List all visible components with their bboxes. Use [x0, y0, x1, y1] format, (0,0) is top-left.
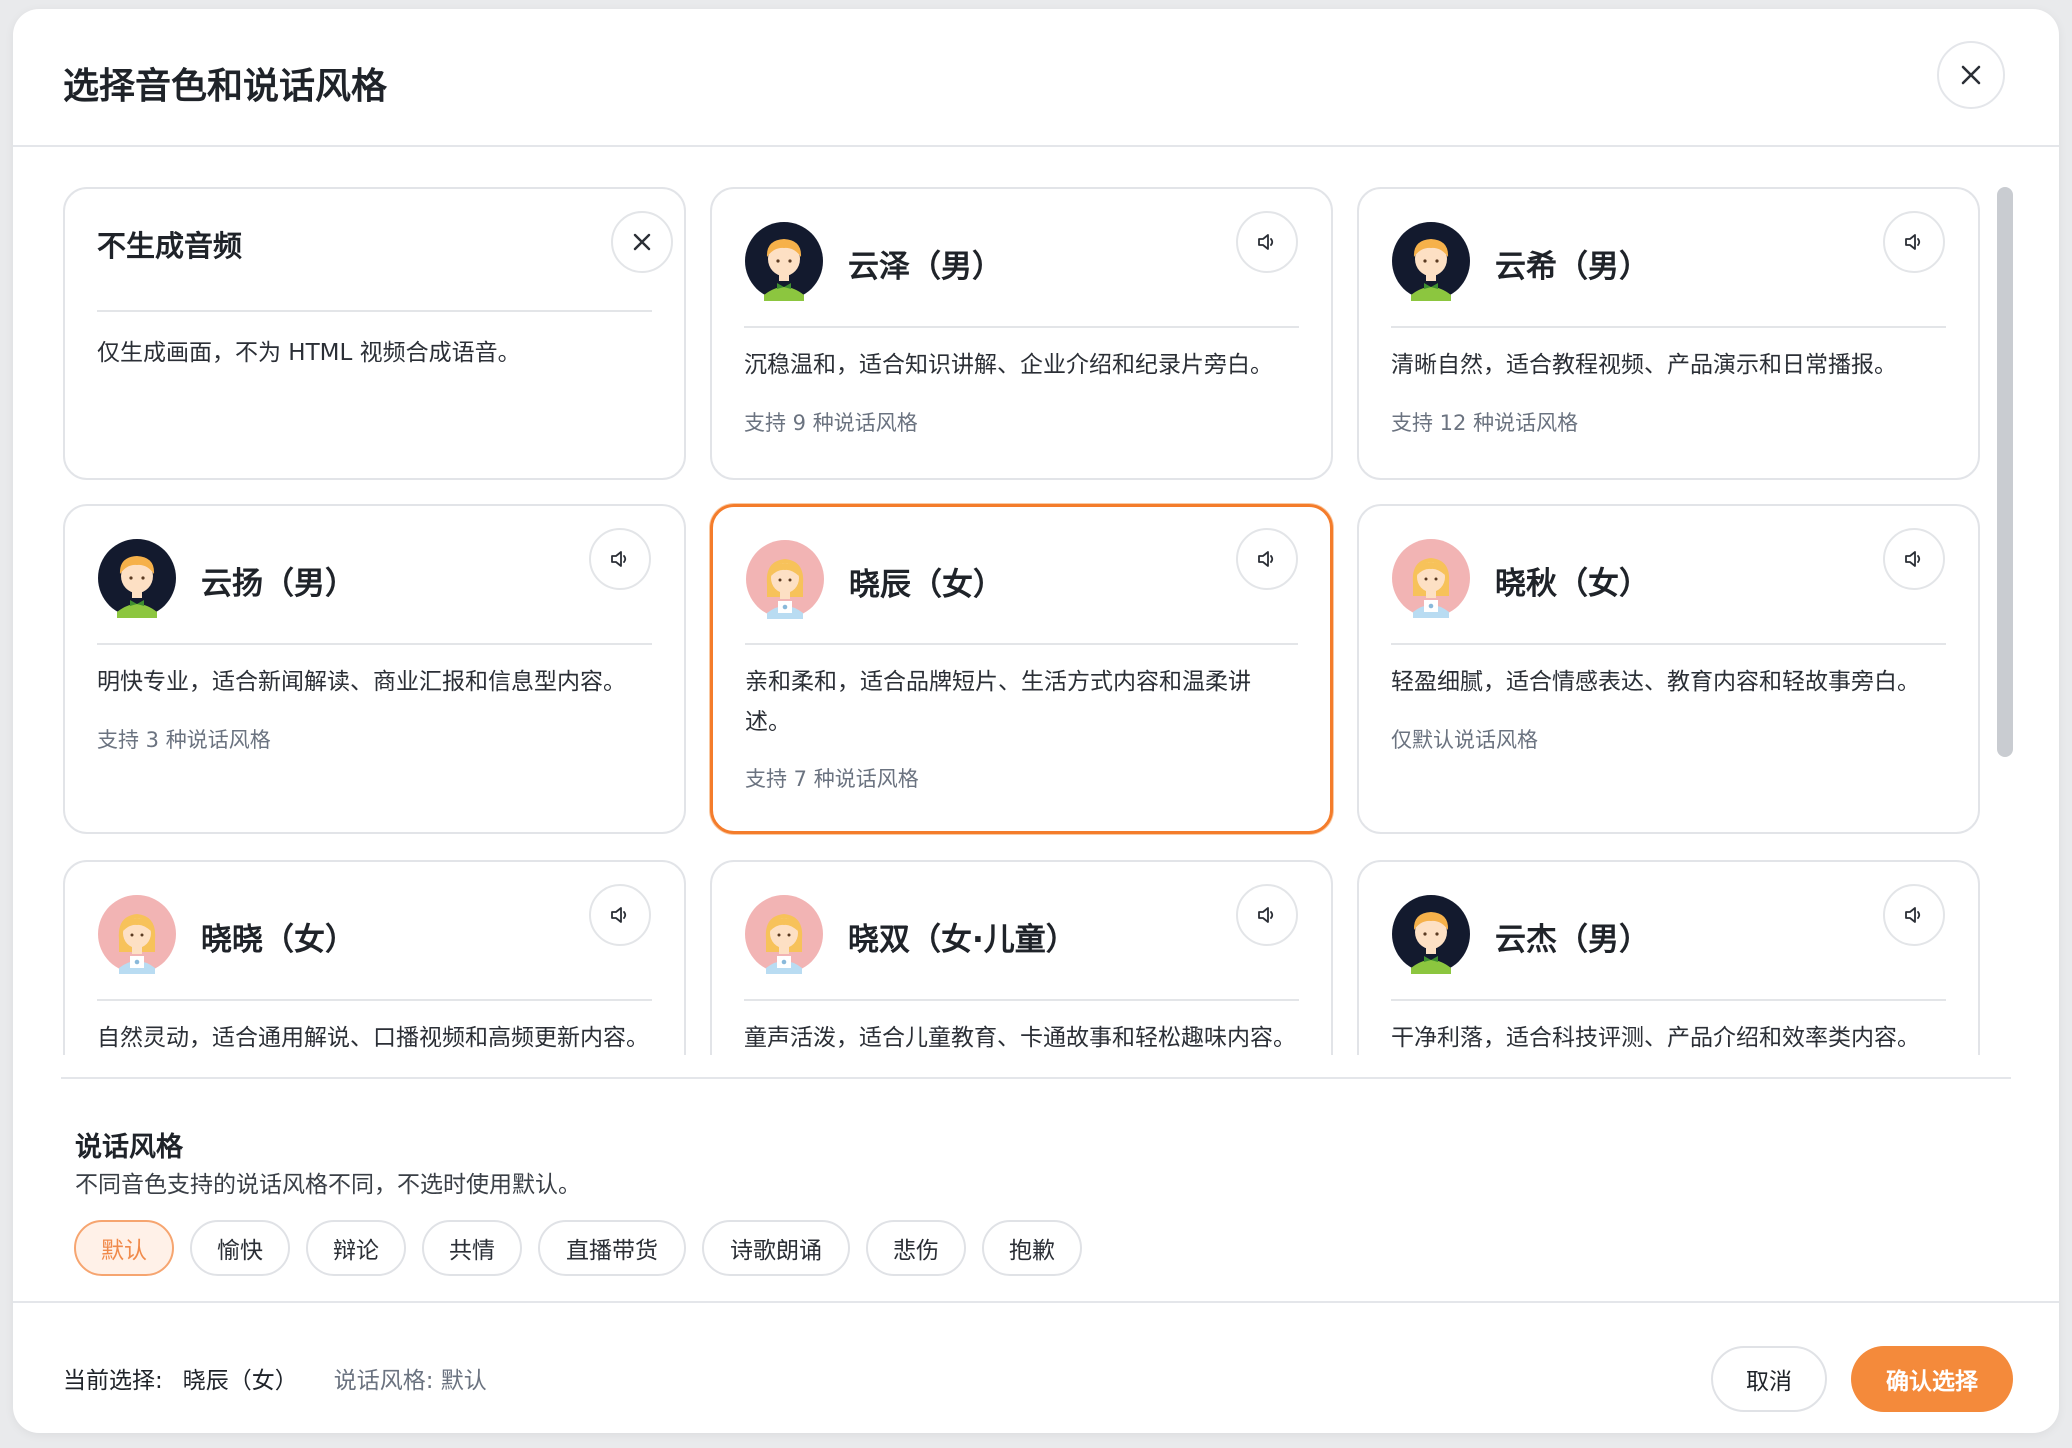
voice-name: 云杰（男）	[1495, 922, 1650, 958]
close-icon	[633, 233, 651, 251]
style-chip[interactable]: 诗歌朗诵	[702, 1220, 850, 1276]
voice-name: 晓秋（女）	[1495, 566, 1650, 602]
current-selection-label: 当前选择:	[63, 1368, 163, 1394]
card-divider	[1391, 643, 1946, 645]
card-divider	[1391, 326, 1946, 328]
speaker-icon	[611, 551, 627, 567]
voice-name: 晓双（女·儿童）	[848, 922, 1077, 958]
voice-name: 晓辰（女）	[849, 567, 1004, 603]
voice-name: 云希（男）	[1495, 249, 1650, 285]
voice-card-xiaochen[interactable]: 晓辰（女） 亲和柔和，适合品牌短片、生活方式内容和温柔讲述。 支持 7 种说话风…	[710, 504, 1333, 834]
voice-grid: 不生成音频 仅生成画面，不为 HTML 视频合成语音。 云泽（男） 沉稳温和，适…	[13, 147, 2059, 1055]
section-title: 说话风格	[75, 1132, 183, 1163]
voice-description: 明快专业，适合新闻解读、商业汇报和信息型内容。	[97, 669, 626, 695]
avatar	[745, 895, 823, 974]
speaker-icon	[1905, 907, 1921, 923]
card-divider	[97, 999, 652, 1001]
voice-description: 亲和柔和，适合品牌短片、生活方式内容和温柔讲述。	[745, 669, 1251, 735]
voice-description: 清晰自然，适合教程视频、产品演示和日常播报。	[1391, 352, 1897, 378]
card-divider	[1391, 999, 1946, 1001]
speaker-icon	[1905, 234, 1921, 250]
confirm-button[interactable]: 确认选择	[1851, 1346, 2013, 1412]
card-title: 不生成音频	[97, 229, 243, 263]
current-selection: 当前选择: 晓辰（女） 说话风格: 默认	[63, 1361, 487, 1395]
voice-name: 云泽（男）	[848, 249, 1003, 285]
speaker-icon	[611, 907, 627, 923]
voice-description: 自然灵动，适合通用解说、口播视频和高频更新内容。	[97, 1025, 649, 1051]
style-chip[interactable]: 愉快	[190, 1220, 290, 1276]
avatar	[746, 540, 824, 619]
play-sample-button[interactable]	[1236, 211, 1298, 273]
no-audio-icon-button[interactable]	[611, 211, 673, 273]
close-icon	[1961, 65, 1981, 85]
avatar	[1392, 895, 1470, 974]
play-sample-button[interactable]	[1883, 884, 1945, 946]
style-chip[interactable]: 直播带货	[538, 1220, 686, 1276]
voice-description: 沉稳温和，适合知识讲解、企业介绍和纪录片旁白。	[744, 352, 1273, 378]
voice-card-xiaoqiu[interactable]: 晓秋（女） 轻盈细腻，适合情感表达、教育内容和轻故事旁白。 仅默认说话风格	[1357, 504, 1980, 834]
voice-description: 干净利落，适合科技评测、产品介绍和效率类内容。	[1391, 1025, 1920, 1051]
voice-description: 童声活泼，适合儿童教育、卡通故事和轻松趣味内容。	[744, 1025, 1296, 1051]
avatar	[1392, 222, 1470, 301]
dialog-header: 选择音色和说话风格	[13, 9, 2059, 147]
cancel-button[interactable]: 取消	[1711, 1346, 1827, 1412]
play-sample-button[interactable]	[1883, 211, 1945, 273]
voice-card-xiaoxiao[interactable]: 晓晓（女） 自然灵动，适合通用解说、口播视频和高频更新内容。	[63, 860, 686, 1055]
speaker-icon	[1258, 907, 1274, 923]
scrollbar-thumb[interactable]	[1997, 187, 2013, 757]
card-divider	[744, 326, 1299, 328]
card-description: 仅生成画面，不为 HTML 视频合成语音。	[97, 340, 521, 366]
dialog-title: 选择音色和说话风格	[63, 66, 388, 107]
voice-description: 轻盈细腻，适合情感表达、教育内容和轻故事旁白。	[1391, 669, 1920, 695]
speaker-icon	[1258, 551, 1274, 567]
style-support-count: 支持 9 种说话风格	[744, 411, 918, 435]
current-selection-value: 晓辰（女）	[182, 1368, 298, 1394]
dialog-footer: 当前选择: 晓辰（女） 说话风格: 默认 取消 确认选择	[13, 1301, 2059, 1433]
play-sample-button[interactable]	[1236, 528, 1298, 590]
style-support-count: 支持 3 种说话风格	[97, 728, 271, 752]
speaker-icon	[1258, 234, 1274, 250]
avatar	[98, 895, 176, 974]
style-chip[interactable]: 共情	[422, 1220, 522, 1276]
style-chip[interactable]: 辩论	[306, 1220, 406, 1276]
card-divider	[97, 310, 652, 312]
avatar	[745, 222, 823, 301]
style-support-count: 支持 7 种说话风格	[745, 767, 919, 791]
style-chip[interactable]: 悲伤	[866, 1220, 966, 1276]
avatar	[1392, 539, 1470, 618]
voice-select-dialog: 选择音色和说话风格 不生成音频 仅生成画面，不为 HTML 视频合成语音。 云泽…	[13, 9, 2059, 1433]
voice-card-no-audio[interactable]: 不生成音频 仅生成画面，不为 HTML 视频合成语音。	[63, 187, 686, 480]
play-sample-button[interactable]	[1236, 884, 1298, 946]
play-sample-button[interactable]	[589, 528, 651, 590]
style-chip-default[interactable]: 默认	[74, 1220, 174, 1276]
card-divider	[745, 643, 1298, 645]
voice-card-yunze[interactable]: 云泽（男） 沉稳温和，适合知识讲解、企业介绍和纪录片旁白。 支持 9 种说话风格	[710, 187, 1333, 480]
card-divider	[97, 643, 652, 645]
voice-name: 云扬（男）	[201, 566, 356, 602]
style-support-count: 仅默认说话风格	[1391, 728, 1538, 752]
play-sample-button[interactable]	[589, 884, 651, 946]
voice-card-yunyang[interactable]: 云扬（男） 明快专业，适合新闻解读、商业汇报和信息型内容。 支持 3 种说话风格	[63, 504, 686, 834]
card-divider	[744, 999, 1299, 1001]
close-dialog-button[interactable]	[1937, 41, 2005, 109]
voice-card-yunxi[interactable]: 云希（男） 清晰自然，适合教程视频、产品演示和日常播报。 支持 12 种说话风格	[1357, 187, 1980, 480]
speaker-icon	[1905, 551, 1921, 567]
play-sample-button[interactable]	[1883, 528, 1945, 590]
voice-card-xiaoshuang[interactable]: 晓双（女·儿童） 童声活泼，适合儿童教育、卡通故事和轻松趣味内容。	[710, 860, 1333, 1055]
speaking-style-section: 说话风格 不同音色支持的说话风格不同，不选时使用默认。 默认 愉快 辩论 共情 …	[61, 1077, 2011, 1276]
current-style-text: 说话风格: 默认	[333, 1368, 487, 1394]
style-chip[interactable]: 抱歉	[982, 1220, 1082, 1276]
voice-card-yunjie[interactable]: 云杰（男） 干净利落，适合科技评测、产品介绍和效率类内容。	[1357, 860, 1980, 1055]
avatar	[98, 539, 176, 618]
section-subtitle: 不同音色支持的说话风格不同，不选时使用默认。	[75, 1172, 581, 1198]
style-support-count: 支持 12 种说话风格	[1391, 411, 1579, 435]
voice-name: 晓晓（女）	[201, 922, 356, 958]
